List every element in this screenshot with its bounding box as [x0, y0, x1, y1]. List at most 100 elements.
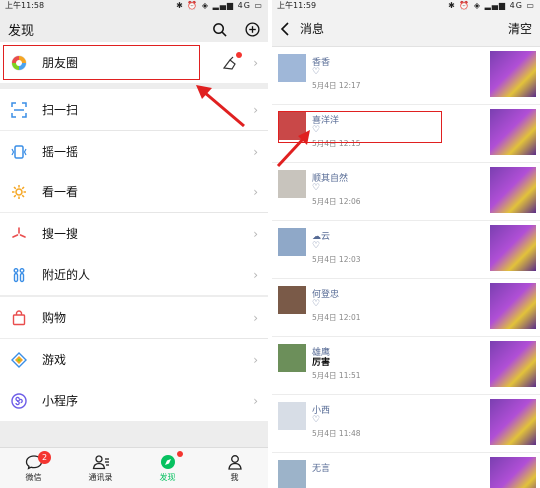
- post-thumbnail[interactable]: [490, 167, 536, 213]
- person-icon: [227, 454, 242, 470]
- clear-button[interactable]: 清空: [508, 20, 532, 37]
- moments-thumbnail-icon: [221, 51, 243, 72]
- menu-item-label: 游戏: [42, 353, 67, 367]
- post-thumbnail[interactable]: [490, 399, 536, 445]
- post-thumbnail[interactable]: [490, 225, 536, 271]
- post-thumbnail[interactable]: [490, 457, 536, 488]
- app-header: 消息 清空: [272, 11, 540, 47]
- tab-label: 发现: [159, 472, 176, 482]
- search-icon[interactable]: [212, 22, 227, 37]
- chevron-right-icon: ›: [253, 393, 258, 408]
- menu-item-label: 小程序: [42, 394, 79, 408]
- message-time: 5月4日 12:06: [312, 197, 361, 206]
- status-time: 上午11:59: [277, 1, 317, 10]
- tab-me[interactable]: 我: [201, 448, 268, 488]
- chevron-right-icon: ›: [253, 102, 258, 117]
- tab-label: 微信: [25, 472, 42, 482]
- chevron-right-icon: ›: [253, 226, 258, 241]
- new-dot: [177, 451, 183, 457]
- tab-label: 通讯录: [88, 472, 113, 482]
- menu-item-shopping[interactable]: 购物 ›: [0, 297, 268, 338]
- game-icon: [10, 351, 28, 369]
- menu-item-label: 摇一摇: [42, 145, 79, 159]
- tab-contacts[interactable]: 通讯录: [67, 448, 134, 488]
- message-time: 5月4日 12:01: [312, 313, 361, 322]
- annotation-highlight-box: [3, 45, 200, 80]
- chevron-right-icon: ›: [253, 184, 258, 199]
- shake-icon: [10, 143, 28, 161]
- menu-item-shake[interactable]: 摇一摇 ›: [0, 131, 268, 172]
- status-time: 上午11:58: [5, 1, 45, 10]
- like-heart-icon: ♡: [312, 241, 321, 251]
- menu-item-games[interactable]: 游戏 ›: [0, 339, 268, 380]
- post-thumbnail[interactable]: [490, 51, 536, 97]
- menu-item-nearby[interactable]: 附近的人 ›: [0, 254, 268, 295]
- status-icons: ✱ ⏰ ◈ ▂▄▆ 4G ▭: [448, 1, 535, 10]
- page-title: 发现: [8, 23, 35, 39]
- message-row[interactable]: 小西 ♡ 5月4日 11:48: [272, 395, 540, 453]
- post-thumbnail[interactable]: [490, 283, 536, 329]
- chevron-right-icon: ›: [253, 310, 258, 325]
- chevron-right-icon: ›: [253, 267, 258, 282]
- message-row[interactable]: ☁云 ♡ 5月4日 12:03: [272, 221, 540, 279]
- like-heart-icon: ♡: [312, 183, 321, 193]
- menu-item-label: 附近的人: [42, 268, 91, 282]
- avatar[interactable]: [278, 286, 306, 314]
- menu-item-look[interactable]: 看一看 ›: [0, 171, 268, 212]
- tab-chats[interactable]: 2 微信: [0, 448, 67, 488]
- add-circle-icon[interactable]: [245, 21, 260, 37]
- bottom-tab-bar: 2 微信 通讯录 发现 我: [0, 447, 268, 488]
- post-thumbnail[interactable]: [490, 341, 536, 387]
- menu-item-label: 搜一搜: [42, 227, 79, 241]
- status-bar: 上午11:58 ✱ ⏰ ◈ ▂▄▆ 4G ▭: [0, 0, 268, 11]
- message-row[interactable]: 无言: [272, 453, 540, 488]
- avatar[interactable]: [278, 402, 306, 430]
- avatar[interactable]: [278, 54, 306, 82]
- unread-badge: 2: [38, 451, 51, 464]
- message-row[interactable]: 雄鹰 厉害 5月4日 11:51: [272, 337, 540, 395]
- post-thumbnail[interactable]: [490, 109, 536, 155]
- page-title: 消息: [300, 22, 325, 36]
- tab-discover[interactable]: 发现: [134, 448, 201, 488]
- new-dot: [236, 51, 243, 58]
- discover-screen: 上午11:58 ✱ ⏰ ◈ ▂▄▆ 4G ▭ 发现 朋友圈 › 扫一扫 › 摇一…: [0, 0, 268, 488]
- nearby-icon: [10, 266, 28, 284]
- message-time: 5月4日 11:51: [312, 371, 361, 380]
- avatar[interactable]: [278, 344, 306, 372]
- message-time: 5月4日 12:17: [312, 81, 361, 90]
- menu-item-mini-program[interactable]: 小程序 ›: [0, 380, 268, 421]
- status-bar: 上午11:59 ✱ ⏰ ◈ ▂▄▆ 4G ▭: [272, 0, 540, 11]
- annotation-arrow-icon: [196, 85, 245, 128]
- messages-screen: 上午11:59 ✱ ⏰ ◈ ▂▄▆ 4G ▭ 消息 清空 香香 ♡ 5月4日 12:…: [272, 0, 540, 488]
- tab-label: 我: [230, 472, 239, 482]
- menu-item-label: 购物: [42, 311, 67, 325]
- scan-icon: [10, 101, 28, 119]
- like-heart-icon: ♡: [312, 67, 321, 77]
- comment-text: 厉害: [312, 358, 331, 368]
- menu-item-search[interactable]: 搜一搜 ›: [0, 213, 268, 254]
- chevron-right-icon: ›: [253, 55, 258, 70]
- annotation-arrow-icon: [276, 130, 310, 168]
- status-icons: ✱ ⏰ ◈ ▂▄▆ 4G ▭: [176, 1, 263, 10]
- message-time: 5月4日 11:48: [312, 429, 361, 438]
- like-heart-icon: ♡: [312, 299, 321, 309]
- message-row[interactable]: 香香 ♡ 5月4日 12:17: [272, 47, 540, 105]
- search-star-icon: [10, 225, 28, 243]
- avatar[interactable]: [278, 170, 306, 198]
- avatar[interactable]: [278, 228, 306, 256]
- shopping-bag-icon: [10, 309, 28, 327]
- back-arrow-icon[interactable]: [280, 21, 290, 36]
- message-time: 5月4日 12:03: [312, 255, 361, 264]
- miniprogram-icon: [10, 392, 28, 410]
- avatar[interactable]: [278, 460, 306, 488]
- message-row[interactable]: 顺其自然 ♡ 5月4日 12:06: [272, 163, 540, 221]
- like-heart-icon: ♡: [312, 415, 321, 425]
- sender-name[interactable]: 无言: [312, 461, 330, 474]
- message-row[interactable]: 何登忠 ♡ 5月4日 12:01: [272, 279, 540, 337]
- look-icon: [10, 183, 28, 201]
- chevron-right-icon: ›: [253, 144, 258, 159]
- compass-icon: [160, 454, 175, 469]
- menu-item-label: 看一看: [42, 185, 79, 199]
- contacts-icon: [92, 454, 109, 469]
- chevron-right-icon: ›: [253, 352, 258, 367]
